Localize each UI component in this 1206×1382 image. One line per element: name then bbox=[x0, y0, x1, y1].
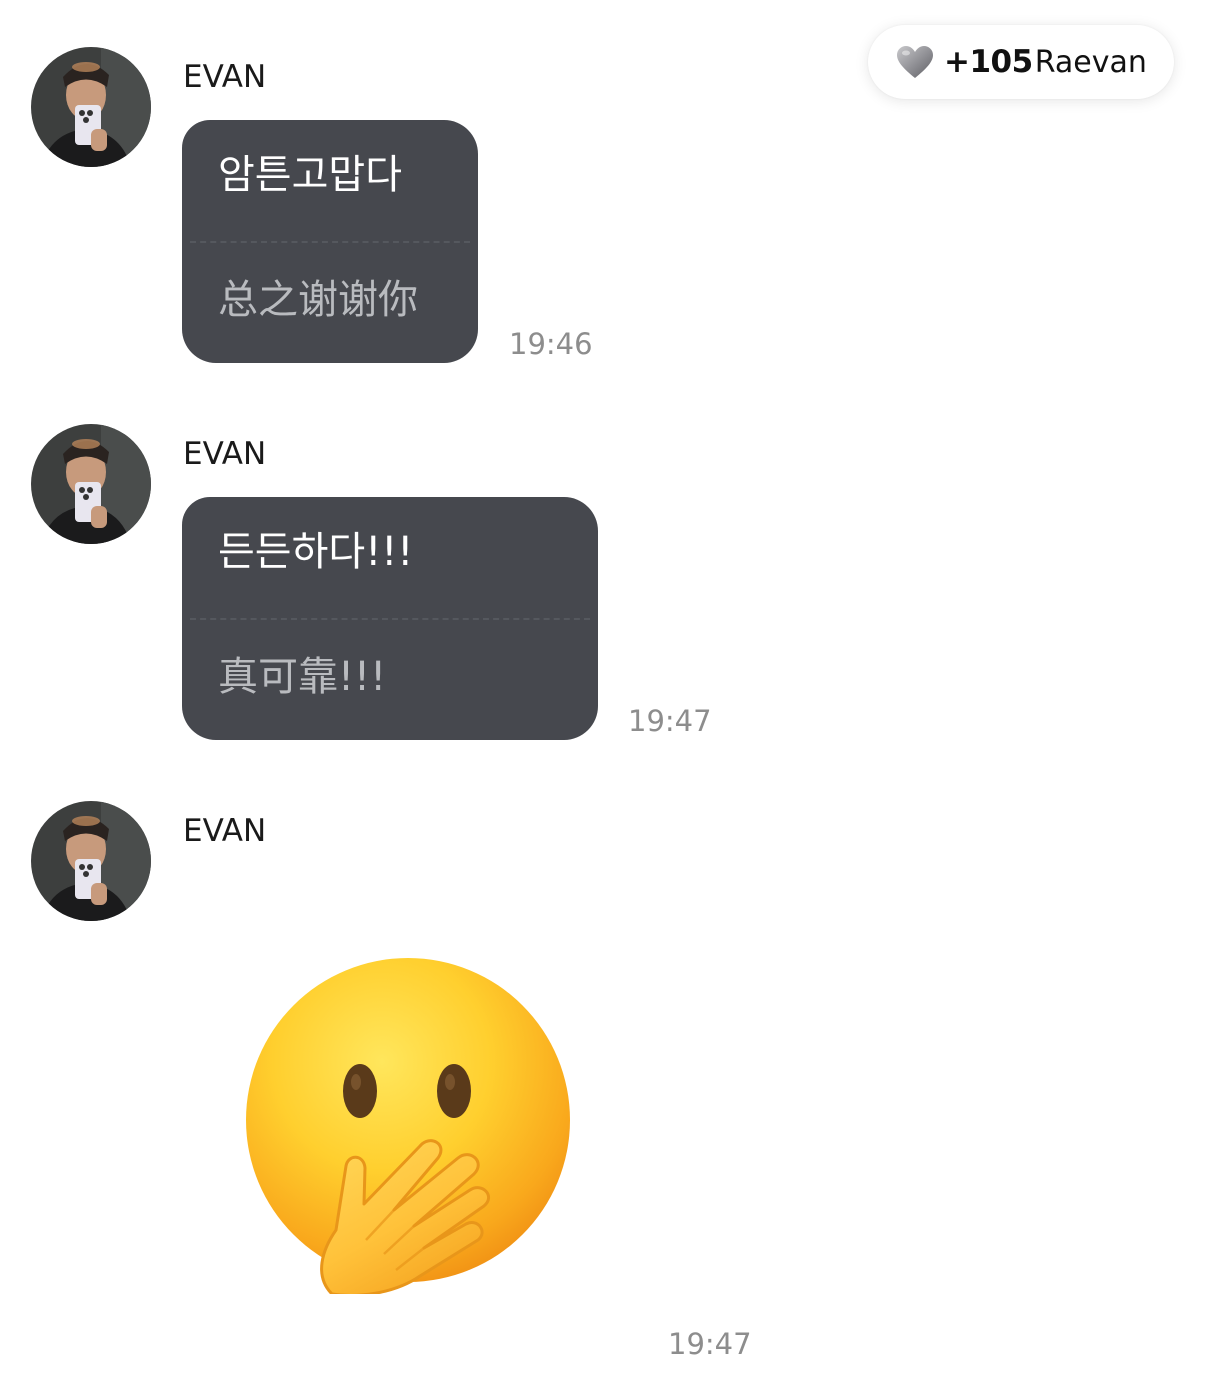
avatar[interactable] bbox=[31, 47, 151, 167]
hand-over-mouth-emoji[interactable] bbox=[244, 958, 574, 1294]
message-translation-text: 真可靠!!! bbox=[218, 654, 387, 700]
heart-icon bbox=[897, 46, 933, 78]
sender-name: EVAN bbox=[183, 59, 267, 95]
message-original-text: 든든하다!!! bbox=[218, 529, 414, 575]
message-time: 19:47 bbox=[628, 704, 712, 738]
message-translation-text: 总之谢谢你 bbox=[218, 277, 418, 323]
message-original-text: 암튼고맙다 bbox=[218, 152, 402, 198]
avatar[interactable] bbox=[31, 801, 151, 921]
message-time: 19:46 bbox=[509, 327, 593, 361]
message-time: 19:47 bbox=[668, 1327, 752, 1361]
support-badge[interactable]: +105 Raevan bbox=[868, 25, 1174, 99]
translation-divider bbox=[190, 241, 470, 243]
message-bubble[interactable]: 든든하다!!! 真可靠!!! bbox=[182, 497, 598, 740]
badge-name: Raevan bbox=[1034, 44, 1147, 80]
message-bubble[interactable]: 암튼고맙다 总之谢谢你 bbox=[182, 120, 478, 363]
sender-name: EVAN bbox=[183, 436, 267, 472]
translation-divider bbox=[190, 618, 590, 620]
sender-name: EVAN bbox=[183, 813, 267, 849]
badge-count: +105 bbox=[944, 44, 1033, 80]
avatar[interactable] bbox=[31, 424, 151, 544]
